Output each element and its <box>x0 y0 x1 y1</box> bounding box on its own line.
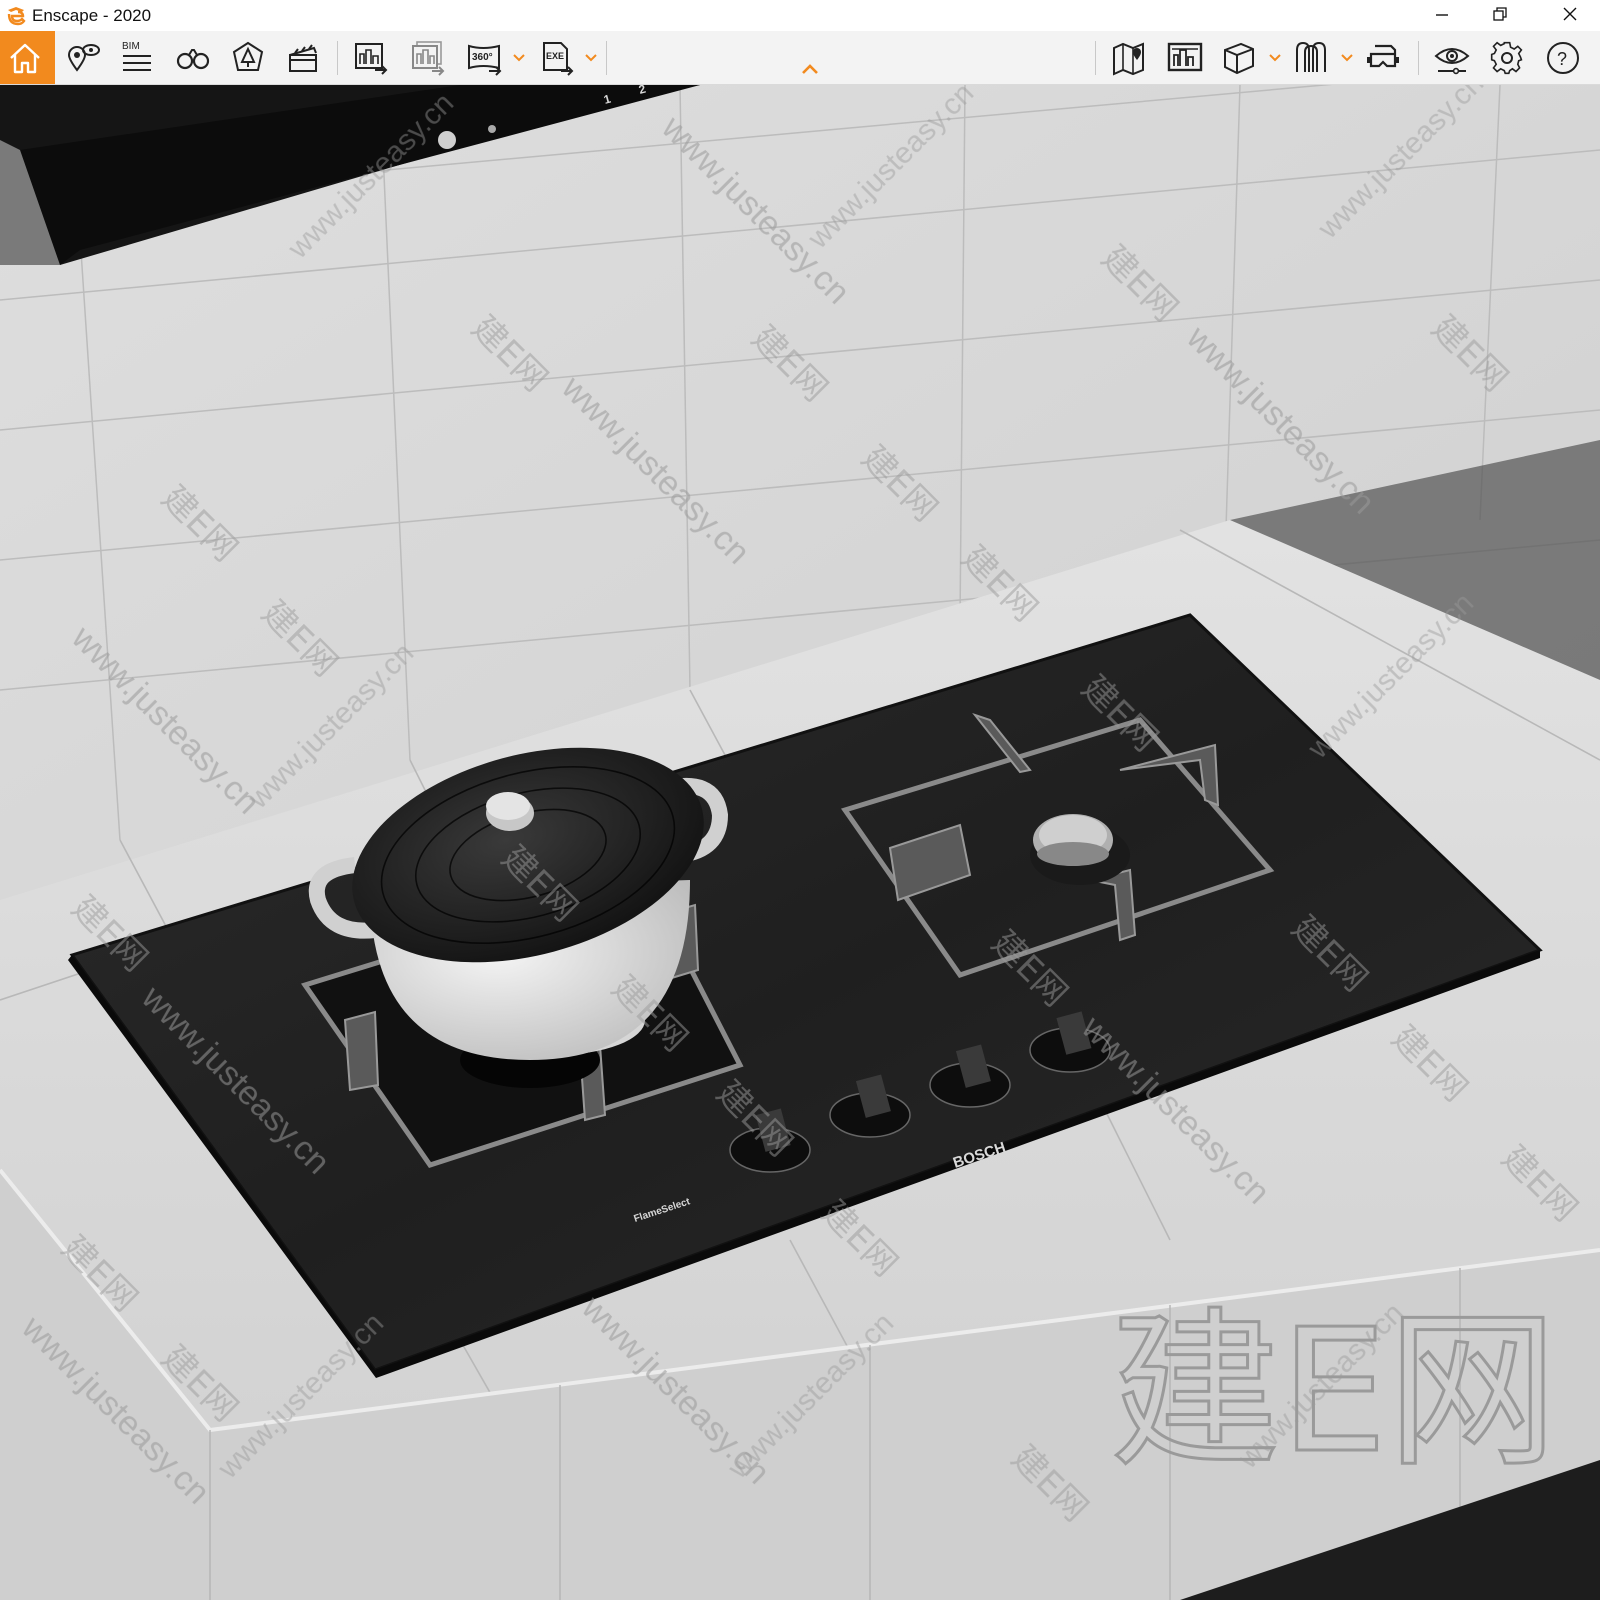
exe-export-icon: EXE <box>543 42 574 76</box>
main-toolbar: BIM 360° EXE ? <box>0 31 1600 85</box>
eye-settings-icon <box>1434 48 1470 75</box>
toolbar-divider <box>337 41 338 75</box>
tree-icon <box>232 41 264 71</box>
collapse-toolbar-button[interactable] <box>785 31 835 84</box>
restore-icon <box>1493 7 1507 21</box>
asset-library-button[interactable] <box>223 31 273 84</box>
panorama-label: 360° <box>472 52 493 63</box>
visual-settings-button[interactable] <box>1427 31 1477 84</box>
minimize-button[interactable] <box>1412 0 1472 31</box>
restore-button[interactable] <box>1470 0 1530 31</box>
clapperboard-icon <box>289 44 317 72</box>
view-cube-button[interactable] <box>1214 31 1264 84</box>
gallery-icon <box>1167 42 1203 72</box>
exe-label: EXE <box>546 51 564 61</box>
bim-list-icon: BIM <box>122 41 151 71</box>
panorama-button[interactable]: 360° <box>460 31 510 84</box>
vr-headset-icon <box>1367 44 1399 68</box>
enscape-logo-icon <box>7 7 26 26</box>
material-icon <box>1296 41 1326 72</box>
bim-label: BIM <box>122 41 140 52</box>
help-label: ? <box>1557 49 1567 69</box>
batch-render-icon <box>412 41 445 76</box>
render-image-icon <box>355 43 388 75</box>
close-icon <box>1563 7 1577 21</box>
export-exe-button[interactable]: EXE <box>532 31 582 84</box>
toolbar-divider <box>606 41 607 75</box>
render-viewport[interactable]: BOSCH FlameSelect 1 2 建E网 www.justeasy.c… <box>0 85 1600 1600</box>
chevron-down-icon <box>513 54 525 62</box>
views-button[interactable] <box>58 31 108 84</box>
map-button[interactable] <box>1104 31 1154 84</box>
materials-dropdown[interactable] <box>1338 31 1356 84</box>
map-pin-icon <box>1113 42 1144 76</box>
window-title: Enscape - 2020 <box>32 6 152 25</box>
home-icon <box>10 43 40 74</box>
help-icon: ? <box>1547 42 1579 74</box>
panorama-dropdown[interactable] <box>510 31 528 84</box>
materials-button[interactable] <box>1286 31 1336 84</box>
bim-button[interactable]: BIM <box>112 31 162 84</box>
cube-icon <box>1224 42 1254 75</box>
chevron-down-icon <box>1269 54 1281 62</box>
title-bar: Enscape - 2020 <box>0 0 1600 31</box>
chevron-down-icon <box>585 54 597 62</box>
render-image-button[interactable] <box>346 31 396 84</box>
gear-icon <box>1490 41 1523 75</box>
home-button[interactable] <box>0 31 55 84</box>
kitchen-render: BOSCH FlameSelect 1 2 建E网 www.justeasy.c… <box>0 85 1600 1600</box>
toolbar-divider <box>1418 41 1419 75</box>
panorama-360-icon: 360° <box>468 44 502 76</box>
capture-manager-button[interactable] <box>1160 31 1210 84</box>
batch-render-button[interactable] <box>403 31 453 84</box>
chevron-down-icon <box>1341 54 1353 62</box>
binoculars-icon <box>176 49 210 70</box>
chevron-up-icon <box>802 64 818 74</box>
video-editor-button[interactable] <box>278 31 328 84</box>
view-cube-dropdown[interactable] <box>1266 31 1284 84</box>
export-dropdown[interactable] <box>582 31 600 84</box>
minimize-icon <box>1436 14 1448 16</box>
binoculars-button[interactable] <box>168 31 218 84</box>
close-button[interactable] <box>1540 0 1600 31</box>
map-pin-eye-icon <box>67 44 100 72</box>
toolbar-divider <box>1095 41 1096 75</box>
vr-headset-button[interactable] <box>1358 31 1408 84</box>
general-settings-button[interactable] <box>1482 31 1532 84</box>
help-button[interactable]: ? <box>1538 31 1588 84</box>
